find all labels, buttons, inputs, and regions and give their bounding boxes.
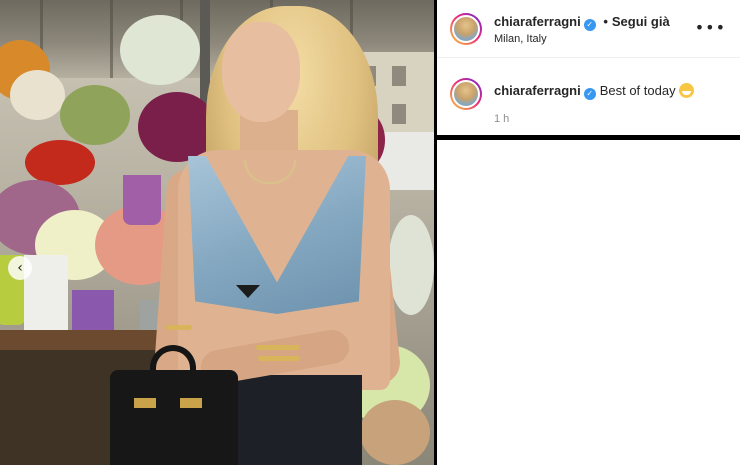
verified-badge-icon: ✓ <box>583 18 596 31</box>
separator-dot: • <box>603 14 608 29</box>
more-options-icon[interactable]: ••• <box>695 18 726 37</box>
chevron-left-icon: ‹ <box>17 260 23 276</box>
post-header: chiaraferragni ✓ • Segui già Milan, Italy … <box>437 0 740 58</box>
caption-avatar[interactable] <box>450 78 482 110</box>
avatar[interactable] <box>450 13 482 45</box>
comments-area <box>437 140 740 465</box>
carousel-prev-button[interactable]: ‹ <box>8 256 32 280</box>
jeans <box>230 375 362 465</box>
post-photo[interactable]: ‹ <box>0 0 434 465</box>
caption-username-link[interactable]: chiaraferragni <box>494 83 581 98</box>
location-link[interactable]: Milan, Italy <box>494 33 547 45</box>
grinning-sweat-emoji-icon <box>678 83 694 98</box>
caption-text: Best of today <box>599 83 676 98</box>
username-link[interactable]: chiaraferragni <box>494 14 581 29</box>
woman-face <box>222 22 300 122</box>
market-shelf <box>0 330 175 350</box>
follow-status-button[interactable]: Segui già <box>612 14 670 29</box>
post-timestamp[interactable]: 1 h <box>494 113 509 125</box>
caption-section: chiaraferragni ✓ Best of today 1 h <box>437 58 740 135</box>
black-handbag <box>110 370 238 465</box>
verified-badge-icon: ✓ <box>583 87 596 100</box>
